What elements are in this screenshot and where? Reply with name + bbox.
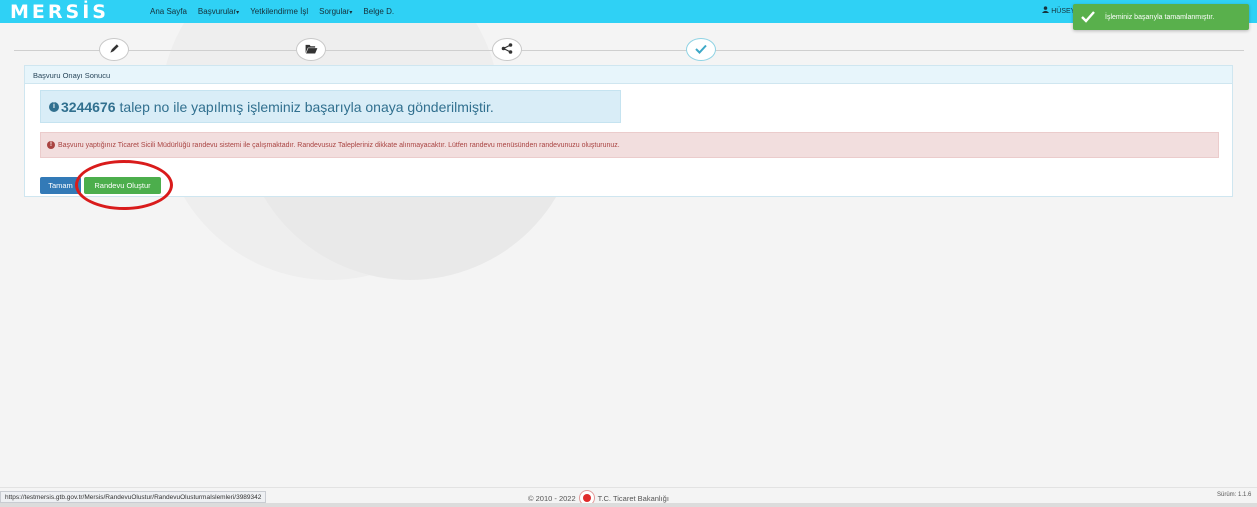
nav-basvurular-label: Başvurular — [197, 7, 237, 16]
mersis-logo[interactable]: MERSİS — [10, 1, 150, 23]
info-alert: i 3244676 talep no ile yapılmış işlemini… — [40, 90, 621, 123]
nav-basvurular[interactable]: Başvurular▾ — [198, 7, 239, 16]
nav-belge[interactable]: Belge D. — [363, 7, 394, 16]
talep-no: 3244676 — [61, 98, 116, 115]
user-name: HÜSEY — [1051, 8, 1076, 15]
nav-sorgular[interactable]: Sorgular▾ — [319, 7, 352, 16]
wizard-step-3[interactable] — [492, 38, 522, 61]
share-icon — [501, 41, 513, 59]
nav-yetkilendirme[interactable]: Yetkilendirme İşl — [250, 7, 308, 16]
toast-message: İşleminiz başarıyla tamamlanmıştır. — [1105, 13, 1215, 21]
basvuru-result-panel: Başvuru Onayı Sonucu i 3244676 talep no … — [24, 65, 1233, 197]
pencil-icon — [109, 41, 120, 59]
folder-open-icon — [305, 41, 318, 59]
warning-alert: ! Başvuru yaptığınız Ticaret Sicili Müdü… — [40, 132, 1219, 158]
info-icon: i — [49, 101, 59, 112]
top-navbar: MERSİS Ana Sayfa Başvurular▾ Yetkilendir… — [0, 0, 1257, 23]
caret-down-icon: ▾ — [349, 10, 353, 16]
warning-icon: ! — [47, 141, 55, 149]
caret-down-icon: ▾ — [236, 10, 240, 16]
user-menu[interactable]: HÜSEY — [1042, 6, 1075, 15]
check-icon — [1081, 11, 1103, 23]
copyright-text: © 2010 - 2022 — [528, 493, 576, 503]
nav-yetkilendirme-label: Yetkilendirme İşl — [250, 7, 309, 16]
window-bottom-bar — [0, 503, 1257, 507]
nav-ana-sayfa[interactable]: Ana Sayfa — [150, 7, 187, 16]
wizard-progress-line — [14, 50, 1244, 51]
nav-belge-label: Belge D. — [363, 7, 395, 16]
version-label: Sürüm: 1.1.6 — [1217, 492, 1252, 498]
user-icon — [1042, 6, 1051, 15]
highlight-annotation — [75, 160, 173, 210]
check-icon — [695, 41, 707, 59]
success-toast[interactable]: İşleminiz başarıyla tamamlanmıştır. — [1073, 4, 1249, 30]
wizard-step-2[interactable] — [296, 38, 326, 61]
info-message: talep no ile yapılmış işleminiz başarıyl… — [119, 98, 494, 115]
ministry-name: T.C. Ticaret Bakanlığı — [597, 493, 669, 503]
nav-sorgular-label: Sorgular — [319, 7, 350, 16]
status-bar-url: https://testmersis.gtb.gov.tr/Mersis/Ran… — [0, 491, 267, 503]
panel-title: Başvuru Onayı Sonucu — [25, 66, 1232, 84]
warning-message: Başvuru yaptığınız Ticaret Sicili Müdürl… — [58, 141, 620, 149]
wizard-step-4-active[interactable] — [686, 38, 716, 61]
nav-ana-sayfa-label: Ana Sayfa — [150, 7, 187, 16]
wizard-step-1[interactable] — [99, 38, 129, 61]
